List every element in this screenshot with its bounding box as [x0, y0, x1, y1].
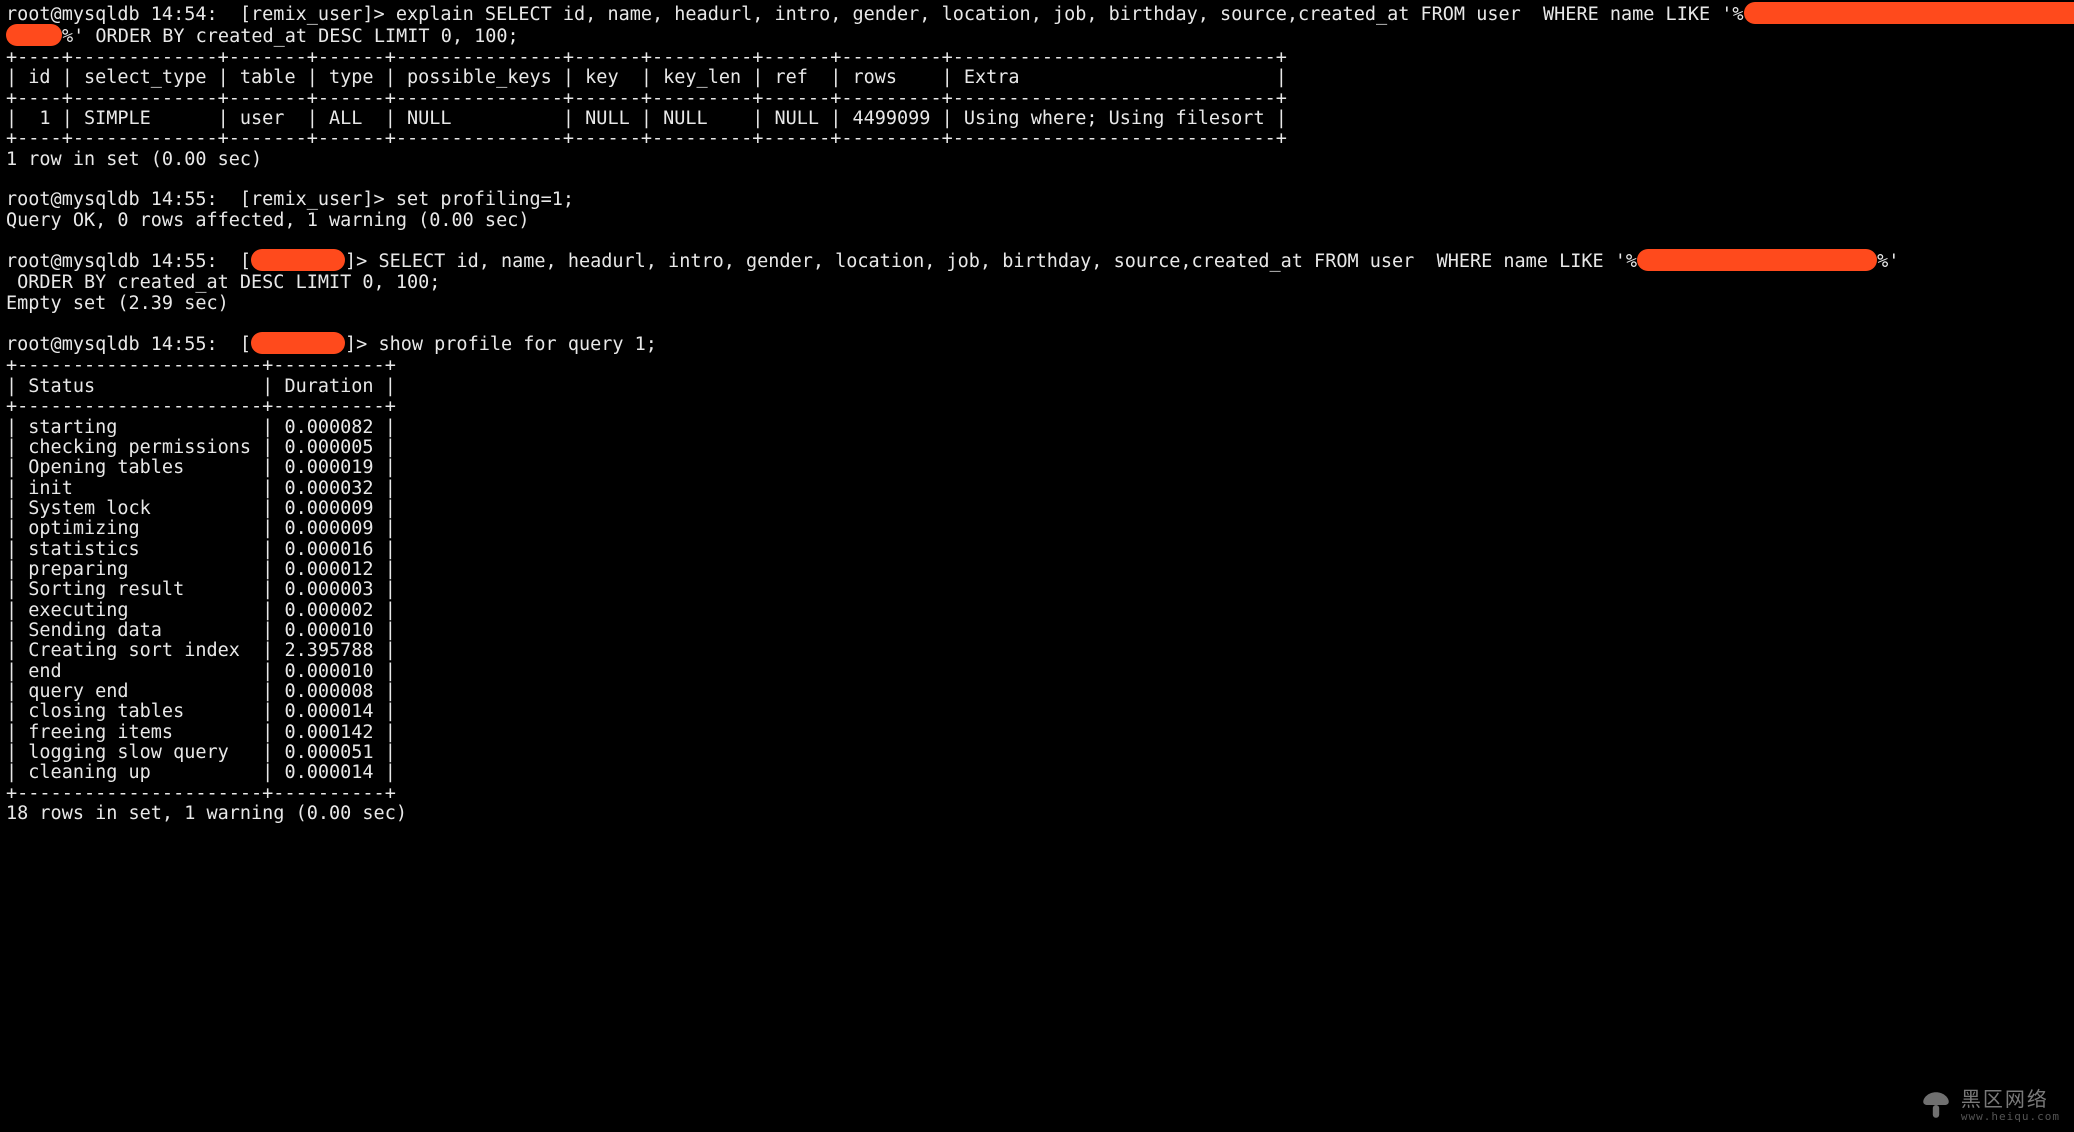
profile-border-top: +----------------------+----------+	[6, 355, 396, 376]
profile-row: | cleaning up | 0.000014 |	[6, 762, 396, 783]
profile-row: | query end | 0.000008 |	[6, 681, 396, 702]
profile-row: | end | 0.000010 |	[6, 661, 396, 682]
explain-border-top: +----+-------------+-------+------+-----…	[6, 47, 1287, 68]
redacted-text	[6, 24, 62, 46]
profile-row: | optimizing | 0.000009 |	[6, 518, 396, 539]
redacted-text	[251, 249, 345, 271]
explain-header: | id | select_type | table | type | poss…	[6, 67, 1287, 88]
prompt-line-2: root@mysqldb 14:55: [remix_user]> set pr…	[6, 189, 574, 210]
watermark: 黑区网络 www.heiqu.com	[1919, 1088, 2060, 1122]
profile-header: | Status | Duration |	[6, 376, 396, 397]
redacted-text	[251, 332, 345, 354]
profile-row: | System lock | 0.000009 |	[6, 498, 396, 519]
explain-row: | 1 | SIMPLE | user | ALL | NULL | NULL …	[6, 108, 1287, 129]
prompt-line-3: root@mysqldb 14:55: []> SELECT id, name,…	[6, 251, 1899, 272]
profile-row: | checking permissions | 0.000005 |	[6, 437, 396, 458]
explain-footer: 1 row in set (0.00 sec)	[6, 149, 262, 170]
mushroom-icon	[1919, 1088, 1953, 1122]
profile-border-bottom: +----------------------+----------+	[6, 783, 396, 804]
prompt-line-4: root@mysqldb 14:55: []> show profile for…	[6, 334, 657, 355]
profile-row: | statistics | 0.000016 |	[6, 539, 396, 560]
profile-border-mid: +----------------------+----------+	[6, 396, 396, 417]
profile-row: | closing tables | 0.000014 |	[6, 701, 396, 722]
profile-row: | Sending data | 0.000010 |	[6, 620, 396, 641]
profile-row: | Opening tables | 0.000019 |	[6, 457, 396, 478]
watermark-cn: 黑区网络	[1961, 1089, 2060, 1109]
terminal-output[interactable]: root@mysqldb 14:54: [remix_user]> explai…	[0, 0, 2074, 824]
redacted-text	[1744, 2, 2074, 24]
prompt-line-3b: ORDER BY created_at DESC LIMIT 0, 100;	[6, 272, 440, 293]
prompt-line-1: root@mysqldb 14:54: [remix_user]> explai…	[6, 4, 2074, 25]
profile-row: | executing | 0.000002 |	[6, 600, 396, 621]
query-ok: Query OK, 0 rows affected, 1 warning (0.…	[6, 210, 529, 231]
profile-footer: 18 rows in set, 1 warning (0.00 sec)	[6, 803, 407, 824]
explain-border-mid: +----+-------------+-------+------+-----…	[6, 88, 1287, 109]
profile-row: | freeing items | 0.000142 |	[6, 722, 396, 743]
profile-row: | preparing | 0.000012 |	[6, 559, 396, 580]
watermark-en: www.heiqu.com	[1961, 1111, 2060, 1122]
profile-row: | Creating sort index | 2.395788 |	[6, 640, 396, 661]
redacted-text	[1637, 249, 1877, 271]
profile-row: | init | 0.000032 |	[6, 478, 396, 499]
profile-row: | Sorting result | 0.000003 |	[6, 579, 396, 600]
empty-set: Empty set (2.39 sec)	[6, 293, 229, 314]
prompt-line-1b: %' ORDER BY created_at DESC LIMIT 0, 100…	[6, 26, 519, 47]
explain-border-bottom: +----+-------------+-------+------+-----…	[6, 128, 1287, 149]
profile-row: | starting | 0.000082 |	[6, 417, 396, 438]
profile-row: | logging slow query | 0.000051 |	[6, 742, 396, 763]
